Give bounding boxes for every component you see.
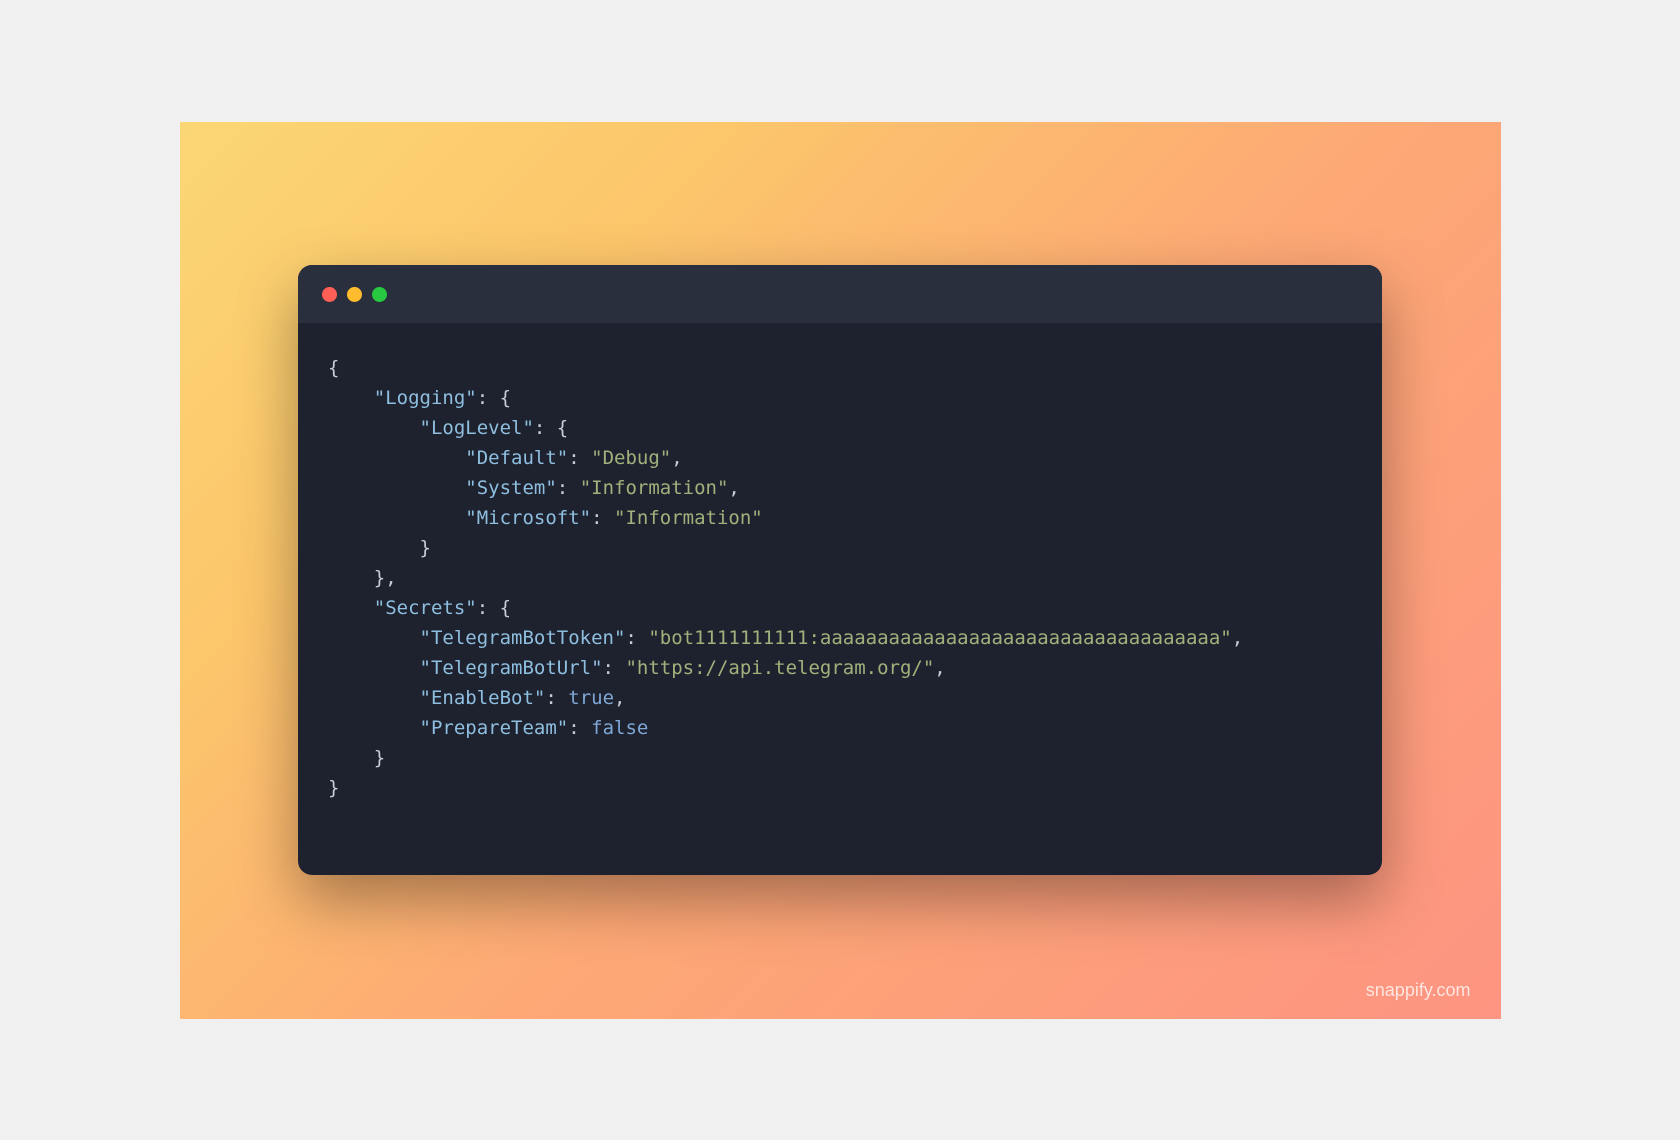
code-key: "PrepareTeam" [420,717,569,739]
code-indent [328,567,374,589]
code-indent [328,537,420,559]
code-key: "LogLevel" [420,417,534,439]
code-brace: }, [374,567,397,589]
code-sep: : { [477,597,511,619]
window-titlebar [298,265,1382,323]
code-brace: } [328,777,339,799]
code-sep: : [545,687,568,709]
code-comma: , [671,447,682,469]
code-key: "TelegramBotUrl" [420,657,603,679]
code-sep: : [603,657,626,679]
code-string: "Information" [580,477,729,499]
code-indent [328,627,420,649]
code-sep: : [568,447,591,469]
code-sep: : [591,507,614,529]
code-indent [328,447,465,469]
code-brace: } [420,537,431,559]
code-comma: , [1232,627,1243,649]
code-indent [328,597,374,619]
code-key: "Secrets" [374,597,477,619]
code-sep: : { [477,387,511,409]
code-comma: , [728,477,739,499]
code-key: "EnableBot" [420,687,546,709]
code-key: "Default" [465,447,568,469]
code-brace: } [374,747,385,769]
minimize-icon[interactable] [347,287,362,302]
code-string: "Information" [614,507,763,529]
canvas-background: { "Logging": { "LogLevel": { "Default": … [180,122,1501,1019]
code-boolean: false [591,717,648,739]
code-content: { "Logging": { "LogLevel": { "Default": … [298,323,1382,875]
code-sep: : [557,477,580,499]
code-indent [328,387,374,409]
code-boolean: true [568,687,614,709]
code-sep: : [568,717,591,739]
code-sep: : { [534,417,568,439]
code-string: "bot1111111111:aaaaaaaaaaaaaaaaaaaaaaaaa… [648,627,1231,649]
code-window: { "Logging": { "LogLevel": { "Default": … [298,265,1382,875]
code-indent [328,417,420,439]
code-indent [328,747,374,769]
code-brace: { [328,357,339,379]
code-indent [328,717,420,739]
code-indent [328,477,465,499]
close-icon[interactable] [322,287,337,302]
code-indent [328,507,465,529]
zoom-icon[interactable] [372,287,387,302]
watermark-text: snappify.com [1366,980,1471,1001]
code-key: "TelegramBotToken" [420,627,626,649]
code-key: "Logging" [374,387,477,409]
code-comma: , [934,657,945,679]
code-string: "Debug" [591,447,671,469]
code-string: "https://api.telegram.org/" [625,657,934,679]
code-sep: : [625,627,648,649]
code-indent [328,657,420,679]
code-key: "Microsoft" [465,507,591,529]
code-comma: , [614,687,625,709]
code-indent [328,687,420,709]
code-key: "System" [465,477,557,499]
